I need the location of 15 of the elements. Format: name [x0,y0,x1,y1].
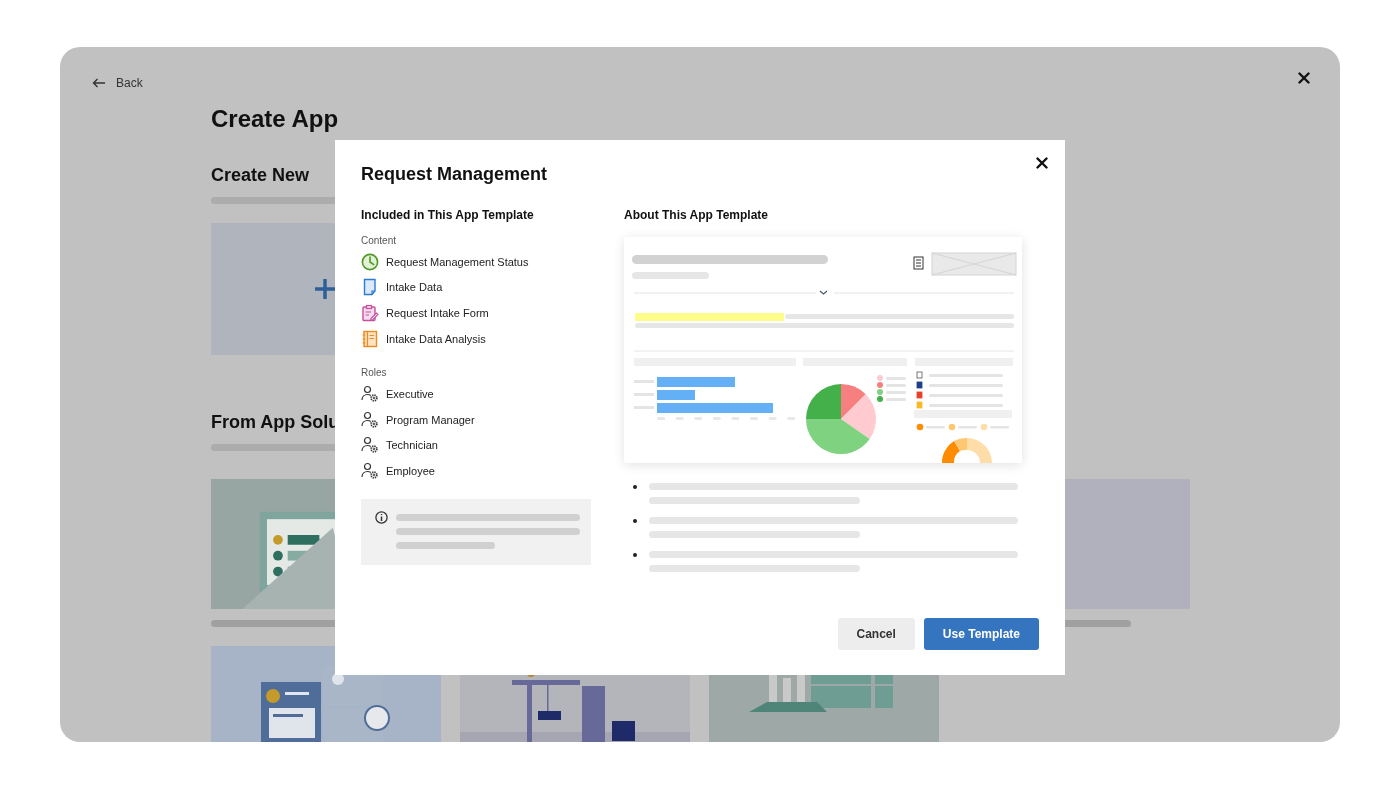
template-item-label: Intake Data [386,281,443,294]
template-item-label: Program Manager [386,413,475,426]
template-item-label: Request Management Status [386,255,529,268]
template-item-label: Employee [386,464,435,477]
group-label: Roles [361,367,388,380]
section-heading: About This App Template [624,208,769,224]
dialog-title: Request Management [361,164,549,186]
template-item-label: Intake Data Analysis [386,332,486,345]
section-heading: Included in This App Template [361,208,535,224]
template-item-label: Executive [386,388,434,401]
template-item-label: Technician [386,439,438,452]
page-title: Create App [211,105,340,134]
template-item-label: Request Intake Form [386,307,489,319]
section-heading: Create New [211,165,310,187]
group-label: Content [361,235,398,247]
